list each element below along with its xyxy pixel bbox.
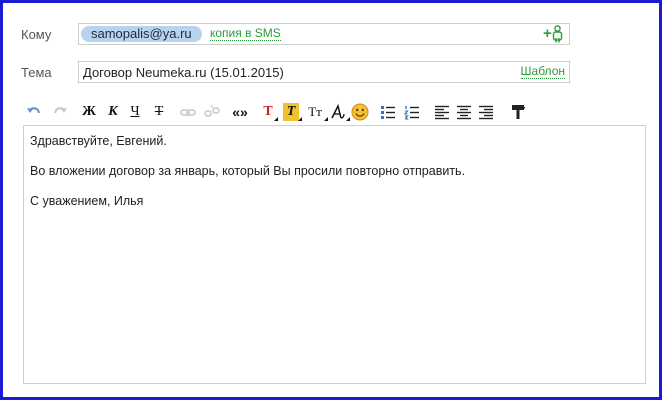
quote-button[interactable]: «» xyxy=(229,103,251,121)
align-left-icon xyxy=(435,105,449,120)
subject-input[interactable]: Договор Neumeka.ru (15.01.2015) xyxy=(83,65,284,80)
clear-format-button[interactable] xyxy=(509,103,527,121)
highlight-color-button[interactable]: Т xyxy=(283,103,302,121)
strikethrough-button[interactable]: Т xyxy=(151,103,167,121)
template-link[interactable]: Шаблон xyxy=(520,65,565,79)
align-left-button[interactable] xyxy=(433,103,451,121)
highlight-dropdown-icon xyxy=(298,117,302,121)
bullet-list-button[interactable] xyxy=(379,103,397,121)
body-paragraph: С уважением, Илья xyxy=(30,194,144,208)
smiley-icon xyxy=(351,103,369,121)
align-right-button[interactable] xyxy=(477,103,495,121)
link-button[interactable] xyxy=(179,103,197,121)
redo-button[interactable] xyxy=(51,103,69,121)
body-paragraph: Здравствуйте, Евгений. xyxy=(30,134,167,148)
sms-copy-link[interactable]: копия в SMS xyxy=(210,27,281,41)
undo-icon xyxy=(27,107,40,114)
to-field[interactable]: samopalis@ya.ru копия в SMS + xyxy=(78,23,570,45)
unlink-button[interactable] xyxy=(203,103,221,121)
add-contact-icon xyxy=(552,25,563,43)
bold-button[interactable]: Ж xyxy=(81,103,97,121)
subject-field[interactable]: Договор Neumeka.ru (15.01.2015) Шаблон xyxy=(78,61,570,83)
font-family-dropdown-icon xyxy=(346,117,350,121)
italic-button[interactable]: К xyxy=(105,103,121,121)
plus-icon: + xyxy=(543,25,552,42)
link-icon xyxy=(180,109,196,116)
numbered-list-icon xyxy=(403,106,419,120)
clear-format-icon xyxy=(512,105,525,119)
numbered-list-button[interactable] xyxy=(403,103,421,121)
text-color-button[interactable]: Т xyxy=(261,103,278,121)
align-center-button[interactable] xyxy=(455,103,473,121)
align-center-icon xyxy=(457,105,471,120)
font-icon xyxy=(331,103,345,119)
add-contact-button[interactable]: + xyxy=(543,25,565,43)
message-body-editor[interactable]: Здравствуйте, Евгений. Во вложении догов… xyxy=(23,125,646,384)
text-color-dropdown-icon xyxy=(274,117,278,121)
subject-row: Тема Договор Neumeka.ru (15.01.2015) Шаб… xyxy=(3,61,659,85)
font-size-dropdown-icon xyxy=(324,117,328,121)
to-label: Кому xyxy=(21,27,52,42)
smiley-button[interactable] xyxy=(351,103,369,121)
undo-button[interactable] xyxy=(25,103,43,121)
text-color-label: Т xyxy=(263,104,273,119)
to-row: Кому samopalis@ya.ru копия в SMS + xyxy=(3,23,659,47)
highlight-color-label: Т xyxy=(286,104,296,119)
bullet-list-icon xyxy=(381,106,395,119)
recipient-chip[interactable]: samopalis@ya.ru xyxy=(81,26,202,42)
font-family-button[interactable] xyxy=(329,103,350,121)
font-size-label: Тт xyxy=(308,104,322,119)
font-size-button[interactable]: Тт xyxy=(305,103,328,121)
underline-button[interactable]: Ч xyxy=(127,103,143,121)
unlink-icon xyxy=(204,105,220,117)
body-paragraph: Во вложении договор за январь, который В… xyxy=(30,164,466,178)
formatting-toolbar: Ж К Ч Т «» Т Т Тт xyxy=(25,103,645,123)
align-right-icon xyxy=(479,105,493,120)
redo-icon xyxy=(54,107,67,114)
subject-label: Тема xyxy=(21,65,52,80)
